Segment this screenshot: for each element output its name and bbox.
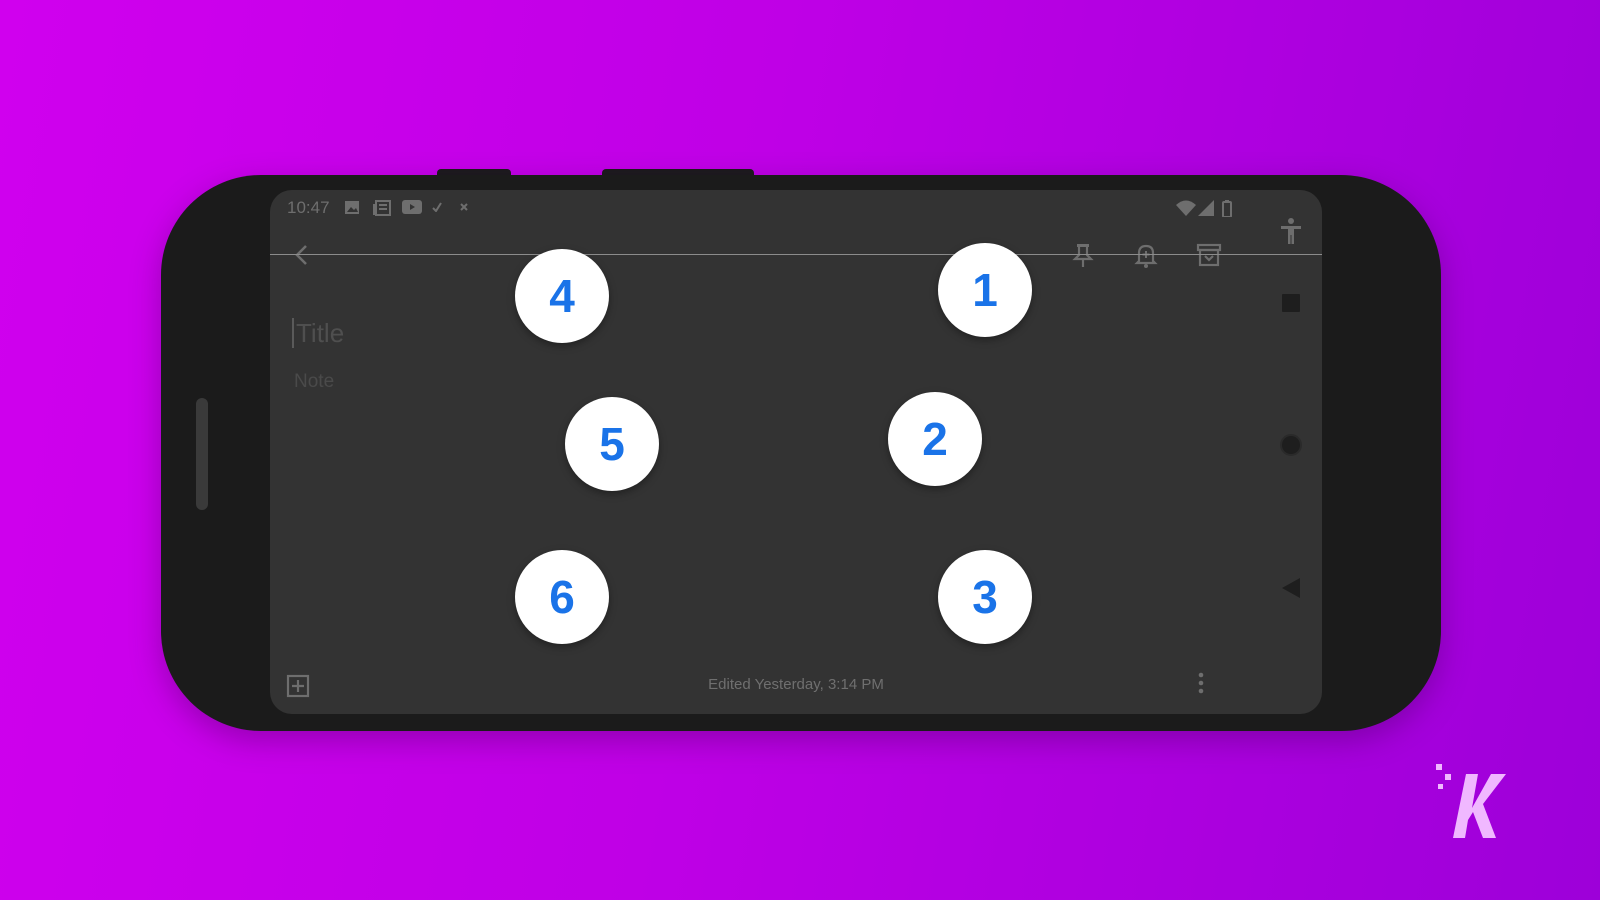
pin-icon[interactable] (1070, 242, 1096, 268)
braille-dot-3[interactable]: 3 (938, 550, 1032, 644)
recents-square-icon[interactable] (1282, 294, 1300, 312)
edited-timestamp: Edited Yesterday, 3:14 PM (708, 676, 884, 693)
toolbar-divider (270, 254, 1322, 255)
braille-dot-6[interactable]: 6 (515, 550, 609, 644)
reminder-bell-icon[interactable] (1133, 242, 1159, 268)
accessibility-icon[interactable] (1280, 218, 1302, 244)
speaker-grille (196, 398, 208, 510)
braille-dot-1[interactable]: 1 (938, 243, 1032, 337)
image-icon (345, 201, 359, 214)
note-body-input[interactable]: Note (294, 371, 334, 393)
braille-dot-5[interactable]: 5 (565, 397, 659, 491)
home-circle-icon[interactable] (1280, 434, 1302, 456)
note-title-input[interactable]: Title (292, 318, 344, 348)
braille-dot-2[interactable]: 2 (888, 392, 982, 486)
signal-icon (1198, 200, 1214, 216)
check-icon (432, 202, 442, 212)
youtube-icon (402, 200, 422, 214)
more-vert-icon[interactable] (1196, 670, 1206, 696)
news-icon (373, 200, 391, 216)
status-bar: 10:47 (270, 190, 1322, 222)
phone-screen: 10:47 Title Note Edited Yesterday, 3:14 … (270, 190, 1322, 714)
back-triangle-icon[interactable] (1282, 578, 1300, 598)
braille-dot-4[interactable]: 4 (515, 249, 609, 343)
close-icon (460, 203, 468, 211)
wifi-icon (1176, 200, 1196, 216)
back-arrow-icon[interactable] (290, 242, 316, 268)
battery-icon (1222, 200, 1232, 217)
knowtechie-logo (1436, 764, 1506, 838)
archive-icon[interactable] (1196, 242, 1222, 268)
status-time: 10:47 (287, 198, 330, 217)
